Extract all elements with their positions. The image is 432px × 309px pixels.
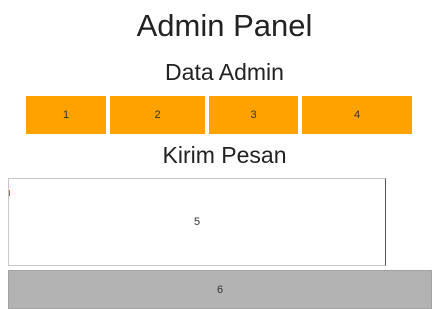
section-title-kirim-pesan: Kirim Pesan xyxy=(162,142,287,168)
text-cursor xyxy=(9,190,10,196)
send-message-button[interactable]: 6 xyxy=(8,270,432,309)
section-title-data-admin: Data Admin xyxy=(165,59,284,85)
admin-tab-2[interactable]: 2 xyxy=(110,96,205,134)
message-textarea[interactable]: 5 xyxy=(8,178,386,266)
admin-tab-1[interactable]: 1 xyxy=(26,96,106,134)
admin-tab-4[interactable]: 4 xyxy=(302,96,412,134)
admin-tab-3[interactable]: 3 xyxy=(209,96,298,134)
page-title: Admin Panel xyxy=(136,8,313,43)
